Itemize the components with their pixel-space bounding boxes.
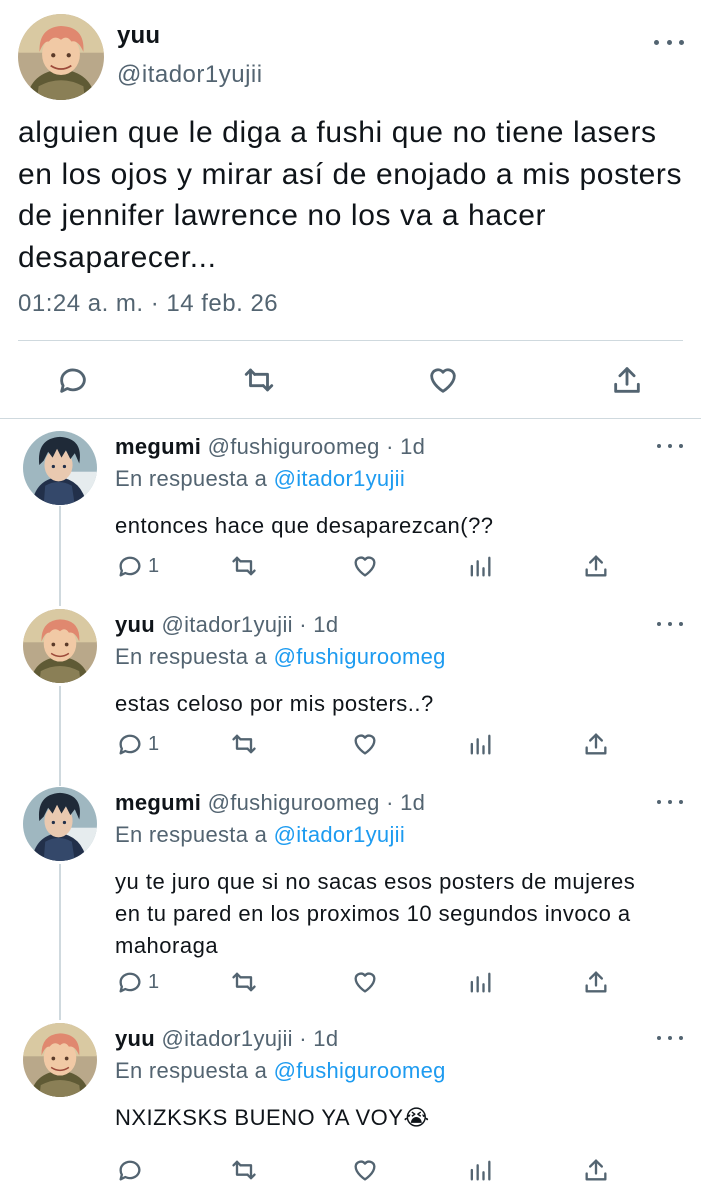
- author-name[interactable]: megumi: [115, 434, 201, 459]
- reply-to-link[interactable]: @itador1yujii: [274, 466, 405, 491]
- avatar[interactable]: [23, 431, 97, 505]
- share-icon[interactable]: [582, 730, 610, 758]
- tweet-actions: [0, 358, 701, 402]
- reply-icon[interactable]: [56, 363, 90, 397]
- reply-tweet[interactable]: megumi @fushiguroomeg · 1d En respuesta …: [0, 782, 701, 1008]
- reply-time: · 1d: [299, 1026, 339, 1051]
- retweet-icon[interactable]: [230, 552, 258, 580]
- reply-actions: 1: [0, 728, 701, 760]
- reply-text: entonces hace que desaparezcan(??: [115, 513, 494, 538]
- author-name[interactable]: yuu: [115, 1026, 155, 1051]
- like-icon[interactable]: [351, 552, 379, 580]
- reply-icon[interactable]: 1: [116, 552, 159, 580]
- retweet-icon[interactable]: [230, 1156, 258, 1184]
- more-options-icon[interactable]: [657, 1034, 683, 1042]
- author-handle[interactable]: @fushiguroomeg: [208, 790, 380, 815]
- author-name[interactable]: megumi: [115, 790, 201, 815]
- like-icon[interactable]: [351, 1156, 379, 1184]
- reply-time: · 1d: [386, 434, 426, 459]
- avatar[interactable]: [18, 14, 104, 100]
- avatar[interactable]: [23, 609, 97, 683]
- like-icon[interactable]: [351, 968, 379, 996]
- separator: [0, 418, 701, 419]
- more-options-icon[interactable]: [657, 620, 683, 628]
- like-icon[interactable]: [426, 363, 460, 397]
- reply-prefix: En respuesta a: [115, 466, 268, 491]
- tweet-timestamp[interactable]: 01:24 a. m. · 14 feb. 26: [18, 290, 278, 318]
- reply-prefix: En respuesta a: [115, 1058, 268, 1083]
- author-handle[interactable]: @itador1yujii: [117, 61, 263, 89]
- reply-time: · 1d: [386, 790, 426, 815]
- share-icon[interactable]: [582, 552, 610, 580]
- share-icon[interactable]: [610, 363, 644, 397]
- reply-to-link[interactable]: @fushiguroomeg: [274, 644, 446, 669]
- analytics-icon[interactable]: [466, 1156, 494, 1184]
- divider: [18, 340, 683, 341]
- reply-tweet[interactable]: yuu @itador1yujii · 1d En respuesta a @f…: [0, 1018, 701, 1200]
- reply-count: 1: [148, 554, 160, 577]
- author-handle[interactable]: @fushiguroomeg: [208, 434, 380, 459]
- reply-prefix: En respuesta a: [115, 644, 268, 669]
- more-options-icon[interactable]: [654, 37, 684, 47]
- reply-count: 1: [148, 970, 160, 993]
- reply-to-link[interactable]: @fushiguroomeg: [274, 1058, 446, 1083]
- author-handle[interactable]: @itador1yujii: [161, 1026, 292, 1051]
- reply-actions: [0, 1154, 701, 1186]
- main-tweet: yuu @itador1yujii alguien que le diga a …: [0, 0, 701, 420]
- reply-icon[interactable]: 1: [116, 730, 159, 758]
- more-options-icon[interactable]: [657, 798, 683, 806]
- reply-time: · 1d: [299, 612, 339, 637]
- analytics-icon[interactable]: [466, 968, 494, 996]
- analytics-icon[interactable]: [466, 552, 494, 580]
- reply-count: 1: [148, 732, 160, 755]
- retweet-icon[interactable]: [230, 968, 258, 996]
- reply-actions: 1: [0, 966, 701, 998]
- share-icon[interactable]: [582, 1156, 610, 1184]
- author-name[interactable]: yuu: [117, 22, 160, 50]
- tweet-text: alguien que le diga a fushi que no tiene…: [18, 116, 683, 274]
- avatar[interactable]: [23, 1023, 97, 1097]
- author-name[interactable]: yuu: [115, 612, 155, 637]
- author-handle[interactable]: @itador1yujii: [161, 612, 292, 637]
- reply-tweet[interactable]: yuu @itador1yujii · 1d En respuesta a @f…: [0, 604, 701, 772]
- reply-tweet[interactable]: megumi @fushiguroomeg · 1d En respuesta …: [0, 426, 701, 594]
- analytics-icon[interactable]: [466, 730, 494, 758]
- like-icon[interactable]: [351, 730, 379, 758]
- retweet-icon[interactable]: [230, 730, 258, 758]
- retweet-icon[interactable]: [242, 363, 276, 397]
- reply-text: yu te juro que si no sacas esos posters …: [115, 869, 636, 958]
- reply-prefix: En respuesta a: [115, 822, 268, 847]
- reply-text: NXIZKSKS BUENO YA VOY😭: [115, 1105, 430, 1130]
- reply-to-link[interactable]: @itador1yujii: [274, 822, 405, 847]
- more-options-icon[interactable]: [657, 442, 683, 450]
- share-icon[interactable]: [582, 968, 610, 996]
- reply-icon[interactable]: 1: [116, 968, 159, 996]
- avatar[interactable]: [23, 787, 97, 861]
- reply-actions: 1: [0, 550, 701, 582]
- reply-icon[interactable]: [116, 1156, 148, 1184]
- reply-text: estas celoso por mis posters..?: [115, 691, 434, 716]
